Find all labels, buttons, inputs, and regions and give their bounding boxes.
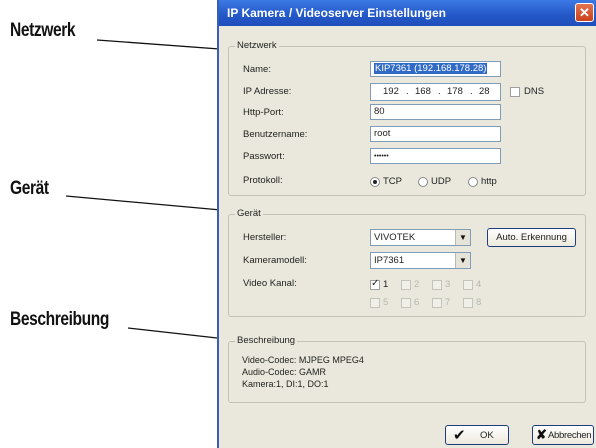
video-channel-label: Video Kanal:: [243, 278, 297, 289]
ip-octet-4: 28: [479, 86, 490, 97]
password-label: Passwort:: [243, 151, 285, 162]
cancel-label: Abbrechen: [548, 430, 592, 441]
settings-dialog: IP Kamera / Videoserver Einstellungen ✕ …: [217, 0, 596, 448]
channel-3-checkbox: [432, 280, 442, 290]
channel-7-checkbox: [432, 298, 442, 308]
channel-1-checkbox[interactable]: [370, 278, 380, 290]
manufacturer-value: VIVOTEK: [374, 232, 416, 243]
channel-8-label: 8: [476, 297, 482, 308]
dns-checkbox[interactable]: [510, 87, 520, 97]
name-input[interactable]: KIP7361 (192.168.178.28): [370, 61, 501, 77]
netzwerk-legend: Netzwerk: [235, 40, 279, 51]
password-value: ••••••: [374, 153, 389, 160]
http-port-label: Http-Port:: [243, 107, 284, 118]
protocol-tcp-radio[interactable]: [370, 177, 380, 187]
username-label: Benutzername:: [243, 129, 308, 140]
channel-6-label: 6: [414, 297, 420, 308]
ip-octet-1: 192: [383, 86, 399, 97]
http-port-input[interactable]: 80: [370, 104, 501, 120]
protocol-label: Protokoll:: [243, 175, 283, 186]
protocol-http-label: http: [481, 176, 497, 187]
callout-geraet: Gerät: [10, 178, 49, 199]
dns-label: DNS: [524, 86, 545, 97]
ip-octet-3: 178: [447, 86, 463, 97]
ip-octet-2: 168: [415, 86, 431, 97]
description-line: Kamera:1, DI:1, DO:1: [242, 379, 329, 389]
channel-4-label: 4: [476, 279, 482, 290]
window-title: IP Kamera / Videoserver Einstellungen: [227, 6, 446, 20]
channel-7-label: 7: [445, 297, 451, 308]
ok-button[interactable]: ✔ OK: [445, 425, 509, 445]
camera-model-value: IP7361: [374, 255, 405, 266]
manufacturer-label: Hersteller:: [243, 232, 287, 243]
password-input[interactable]: ••••••: [370, 148, 501, 164]
protocol-udp-label: UDP: [431, 176, 452, 187]
channel-3-label: 3: [445, 279, 451, 290]
cross-icon: ✘: [536, 427, 547, 442]
name-value: KIP7361 (192.168.178.28): [374, 63, 488, 74]
callout-netzwerk: Netzwerk: [10, 20, 76, 41]
chevron-down-icon: ▼: [455, 230, 470, 245]
manufacturer-select[interactable]: VIVOTEK ▼: [370, 229, 471, 246]
checkmark-icon: ✔: [453, 427, 466, 444]
beschreibung-group: Beschreibung Video-Codec: MJPEG MPEG4 Au…: [228, 335, 586, 403]
callout-beschreibung: Beschreibung: [10, 309, 109, 330]
auto-detect-button[interactable]: Auto. Erkennung: [487, 228, 576, 247]
name-label: Name:: [243, 64, 271, 75]
channel-4-checkbox: [463, 280, 473, 290]
beschreibung-legend: Beschreibung: [235, 335, 298, 346]
close-icon[interactable]: ✕: [575, 3, 594, 22]
title-bar[interactable]: IP Kamera / Videoserver Einstellungen ✕: [219, 0, 596, 26]
geraet-legend: Gerät: [235, 208, 263, 219]
channel-5-label: 5: [383, 297, 389, 308]
channel-5-checkbox: [370, 298, 380, 308]
channel-2-checkbox: [401, 280, 411, 290]
netzwerk-group: Netzwerk Name: KIP7361 (192.168.178.28) …: [228, 40, 586, 196]
geraet-group: Gerät Hersteller: VIVOTEK ▼ Auto. Erkenn…: [228, 208, 586, 317]
username-value: root: [374, 128, 391, 139]
ok-label: OK: [480, 430, 494, 441]
camera-model-select[interactable]: IP7361 ▼: [370, 252, 471, 269]
protocol-udp-radio[interactable]: [418, 177, 428, 187]
ip-address-label: IP Adresse:: [243, 86, 292, 97]
protocol-http-radio[interactable]: [468, 177, 478, 187]
chevron-down-icon: ▼: [455, 253, 470, 268]
ip-dot: .: [470, 86, 473, 97]
channel-1-label: 1: [383, 279, 389, 290]
ip-address-input[interactable]: 192 . 168 . 178 . 28: [370, 83, 501, 101]
channel-6-checkbox: [401, 298, 411, 308]
cancel-button[interactable]: ✘ Abbrechen: [532, 425, 594, 445]
protocol-tcp-label: TCP: [383, 176, 402, 187]
http-port-value: 80: [374, 106, 385, 117]
channel-8-checkbox: [463, 298, 473, 308]
ip-dot: .: [406, 86, 409, 97]
description-line: Audio-Codec: GAMR: [242, 367, 327, 377]
channel-2-label: 2: [414, 279, 420, 290]
username-input[interactable]: root: [370, 126, 501, 142]
ip-dot: .: [438, 86, 441, 97]
camera-model-label: Kameramodell:: [243, 255, 307, 266]
description-line: Video-Codec: MJPEG MPEG4: [242, 355, 364, 365]
